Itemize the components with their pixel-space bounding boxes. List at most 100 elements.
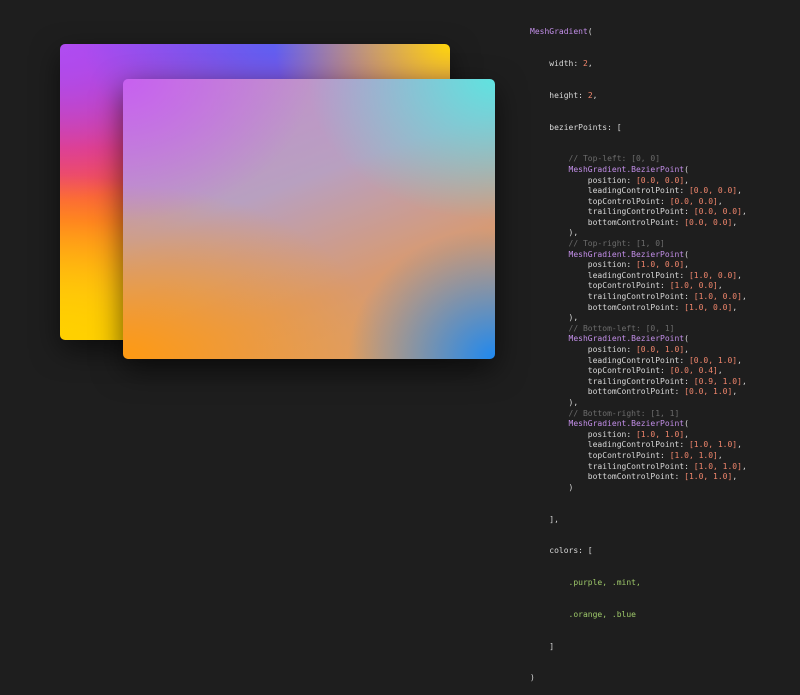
code-editor: MeshGradient( width: 2, height: 2, bezie… <box>530 6 798 695</box>
code-field-value: [1.0, 1.0] <box>693 461 742 471</box>
code-line: position: [1.0, 0.0], <box>587 260 689 270</box>
code-field-label: topControlPoint <box>587 196 661 206</box>
code-field-value: [1.0, 1.0] <box>684 472 733 482</box>
code-field-value: [1.0, 1.0] <box>688 440 738 450</box>
code-field-label: leadingControlPoint <box>587 440 680 450</box>
code-field-label: position <box>587 345 627 354</box>
code-field-value: [0.0, 1.0] <box>688 355 738 365</box>
code-colors-line-1: .purple, .mint, <box>568 578 641 588</box>
code-point-type: MeshGradient.BezierPoint <box>568 419 685 429</box>
code-width-value: 2 <box>583 58 588 68</box>
code-field-label: trailingControlPoint <box>587 461 685 471</box>
code-line: leadingControlPoint: [1.0, 0.0], <box>587 270 742 280</box>
code-line: bezierPoints: [ <box>549 122 622 132</box>
code-line: topControlPoint: [1.0, 0.0], <box>587 281 723 291</box>
code-height-label: height <box>549 90 579 100</box>
code-line: leadingControlPoint: [0.0, 0.0], <box>587 186 742 196</box>
code-field-value: [0.0, 0.0] <box>693 207 742 217</box>
code-field-value: [1.0, 1.0] <box>635 429 685 439</box>
code-field-value: [1.0, 0.0] <box>688 270 738 280</box>
code-comment: // Bottom-left: [0, 1] <box>568 323 675 333</box>
code-line: // Bottom-right: [1, 1] <box>530 409 798 420</box>
code-field-label: bottomControlPoint <box>587 217 675 227</box>
code-field-label: bottomControlPoint <box>587 387 675 397</box>
mesh-gradient-preview-front <box>123 79 495 359</box>
code-line: leadingControlPoint: [1.0, 1.0], <box>587 440 742 450</box>
code-field-label: topControlPoint <box>587 366 661 376</box>
code-field-value: [1.0, 0.0] <box>669 281 718 291</box>
code-field-label: bottomControlPoint <box>587 472 675 482</box>
code-line: topControlPoint: [0.0, 0.4], <box>587 366 723 376</box>
code-line: topControlPoint: [1.0, 1.0], <box>587 450 723 460</box>
code-comment: // Top-left: [0, 0] <box>568 154 661 164</box>
code-comment: // Top-right: [1, 0] <box>568 239 665 249</box>
code-field-value: [0.0, 0.0] <box>684 217 733 227</box>
code-line: .orange, .blue <box>530 610 798 621</box>
code-field-label: leadingControlPoint <box>587 186 680 196</box>
code-field-value: [1.0, 0.0] <box>684 302 733 312</box>
code-point-type: MeshGradient.BezierPoint <box>568 249 685 259</box>
code-field-label: trailingControlPoint <box>587 376 685 386</box>
code-field-label: position <box>587 260 627 270</box>
code-line: bottomControlPoint: [1.0, 1.0], <box>587 472 738 482</box>
code-line: ], <box>530 514 559 524</box>
code-field-value: [0.0, 0.0] <box>669 196 718 206</box>
code-line: MeshGradient.BezierPoint( <box>568 249 689 259</box>
code-field-value: [0.0, 1.0] <box>684 387 733 397</box>
code-type-name: MeshGradient <box>530 27 588 37</box>
code-line: ), <box>530 313 579 323</box>
code-field-label: topControlPoint <box>587 281 661 291</box>
code-line: topControlPoint: [0.0, 0.0], <box>587 196 723 206</box>
code-width-label: width <box>549 58 574 68</box>
code-line: trailingControlPoint: [1.0, 0.0], <box>587 292 747 302</box>
code-field-label: topControlPoint <box>587 450 661 460</box>
code-line: .purple, .mint, <box>530 578 798 589</box>
code-line: bottomControlPoint: [0.0, 1.0], <box>587 387 738 397</box>
code-line: position: [0.0, 0.0], <box>587 175 689 185</box>
code-comment: // Bottom-right: [1, 1] <box>568 408 680 418</box>
code-line: MeshGradient.BezierPoint( <box>568 164 689 174</box>
code-line: colors: [ <box>549 546 593 556</box>
code-line: ), <box>530 228 579 238</box>
code-field-value: [0.0, 0.0] <box>635 175 685 185</box>
code-bezier-label: bezierPoints <box>549 122 608 132</box>
code-field-label: trailingControlPoint <box>587 207 685 217</box>
code-line: ) <box>530 673 535 683</box>
code-field-value: [0.0, 0.4] <box>669 366 718 376</box>
code-field-label: trailingControlPoint <box>587 292 685 302</box>
code-line: ), <box>530 397 579 407</box>
code-point-type: MeshGradient.BezierPoint <box>568 164 685 174</box>
code-field-label: bottomControlPoint <box>587 302 675 312</box>
code-field-label: position <box>587 429 627 439</box>
code-line: width: 2, <box>549 58 593 68</box>
code-line: MeshGradient.BezierPoint( <box>568 334 689 344</box>
code-field-value: [0.9, 1.0] <box>693 376 742 386</box>
code-field-value: [1.0, 0.0] <box>635 260 685 270</box>
code-line: trailingControlPoint: [0.0, 0.0], <box>587 207 747 217</box>
code-line: MeshGradient( <box>530 27 593 37</box>
code-field-value: [1.0, 1.0] <box>669 450 718 460</box>
code-line: position: [1.0, 1.0], <box>587 429 689 439</box>
bezier-points-block: // Top-left: [0, 0] MeshGradient.BezierP… <box>530 154 798 493</box>
code-line: height: 2, <box>549 90 598 100</box>
code-line: // Bottom-left: [0, 1] <box>530 324 798 335</box>
code-colors-label: colors <box>549 546 579 556</box>
code-line: ] <box>530 641 555 651</box>
code-height-value: 2 <box>587 90 593 100</box>
code-field-label: leadingControlPoint <box>587 270 680 280</box>
code-field-value: [0.0, 0.0] <box>688 186 738 196</box>
code-line: leadingControlPoint: [0.0, 1.0], <box>587 355 742 365</box>
code-field-label: position <box>587 175 627 185</box>
code-point-type: MeshGradient.BezierPoint <box>568 334 685 344</box>
code-line: trailingControlPoint: [1.0, 1.0], <box>587 461 747 471</box>
code-field-label: leadingControlPoint <box>587 355 680 365</box>
code-line: // Top-left: [0, 0] <box>530 154 798 165</box>
code-line: ) <box>530 482 574 492</box>
code-line: trailingControlPoint: [0.9, 1.0], <box>587 376 747 386</box>
code-colors-line-2: .orange, .blue <box>568 609 636 619</box>
code-field-value: [1.0, 0.0] <box>693 292 742 302</box>
code-field-value: [0.0, 1.0] <box>635 345 685 354</box>
code-line: position: [0.0, 1.0], <box>587 345 689 354</box>
code-line: bottomControlPoint: [0.0, 0.0], <box>587 217 738 227</box>
code-line: MeshGradient.BezierPoint( <box>568 419 689 429</box>
